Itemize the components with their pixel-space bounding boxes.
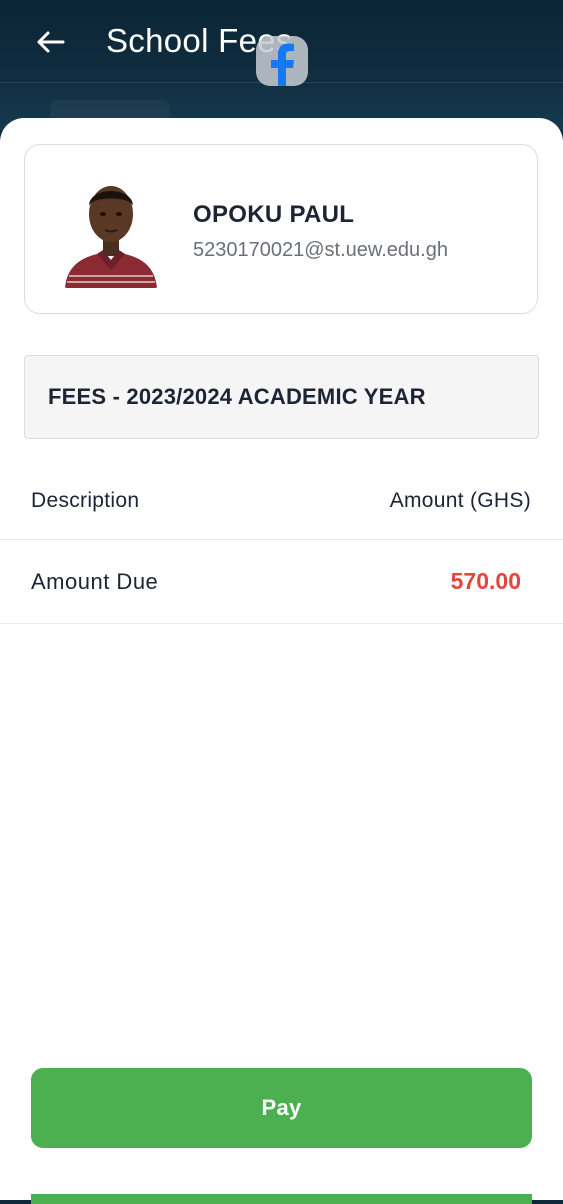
row-amount: 570.00 xyxy=(450,568,521,594)
student-profile-card: OPOKU PAUL 5230170021@st.uew.edu.gh xyxy=(24,144,538,314)
app-header: School Fees xyxy=(0,0,563,130)
facebook-chat-head[interactable] xyxy=(256,36,308,86)
student-email: 5230170021@st.uew.edu.gh xyxy=(193,239,448,261)
table-row: Amount Due 570.00 xyxy=(0,540,563,624)
facebook-icon xyxy=(271,43,294,86)
avatar xyxy=(63,172,159,288)
row-description: Amount Due xyxy=(31,569,159,594)
academic-year-banner: FEES - 2023/2024 ACADEMIC YEAR xyxy=(24,355,539,439)
secondary-button-partial[interactable] xyxy=(31,1194,532,1204)
column-header-description: Description xyxy=(31,489,140,512)
fees-table-header: Description Amount (GHS) xyxy=(0,461,563,540)
column-header-amount: Amount (GHS) xyxy=(389,489,531,512)
pay-button[interactable]: Pay xyxy=(31,1068,532,1148)
back-button[interactable] xyxy=(30,22,70,62)
student-name: OPOKU PAUL xyxy=(193,201,355,228)
academic-year-label: FEES - 2023/2024 ACADEMIC YEAR xyxy=(48,384,426,409)
back-arrow-icon xyxy=(37,31,65,53)
pay-button-label: Pay xyxy=(261,1095,302,1120)
content-sheet: OPOKU PAUL 5230170021@st.uew.edu.gh FEES… xyxy=(0,118,563,1204)
